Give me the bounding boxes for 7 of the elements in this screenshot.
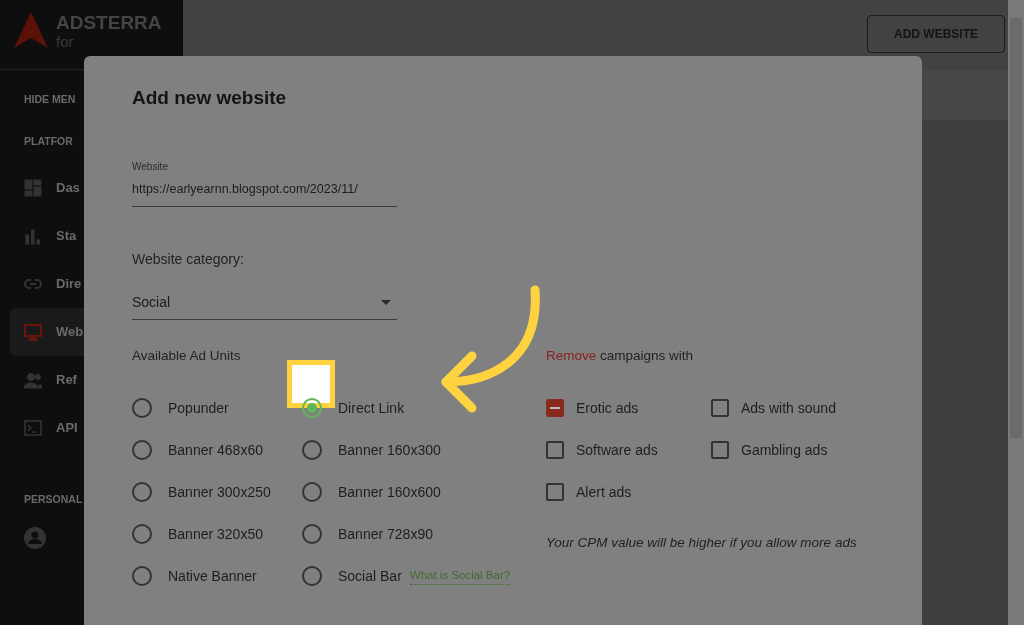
section-label: PLATFOR (23, 133, 74, 149)
field-label: Website category: (132, 250, 245, 270)
dialog-title: Add new website (132, 86, 288, 110)
hint-text: Your CPM value will be higher if you allow more ads (546, 534, 858, 553)
section-title: Available Ad Units (132, 347, 242, 366)
field-label: Website (132, 159, 169, 174)
section-title: Remove campaigns with (546, 347, 695, 366)
